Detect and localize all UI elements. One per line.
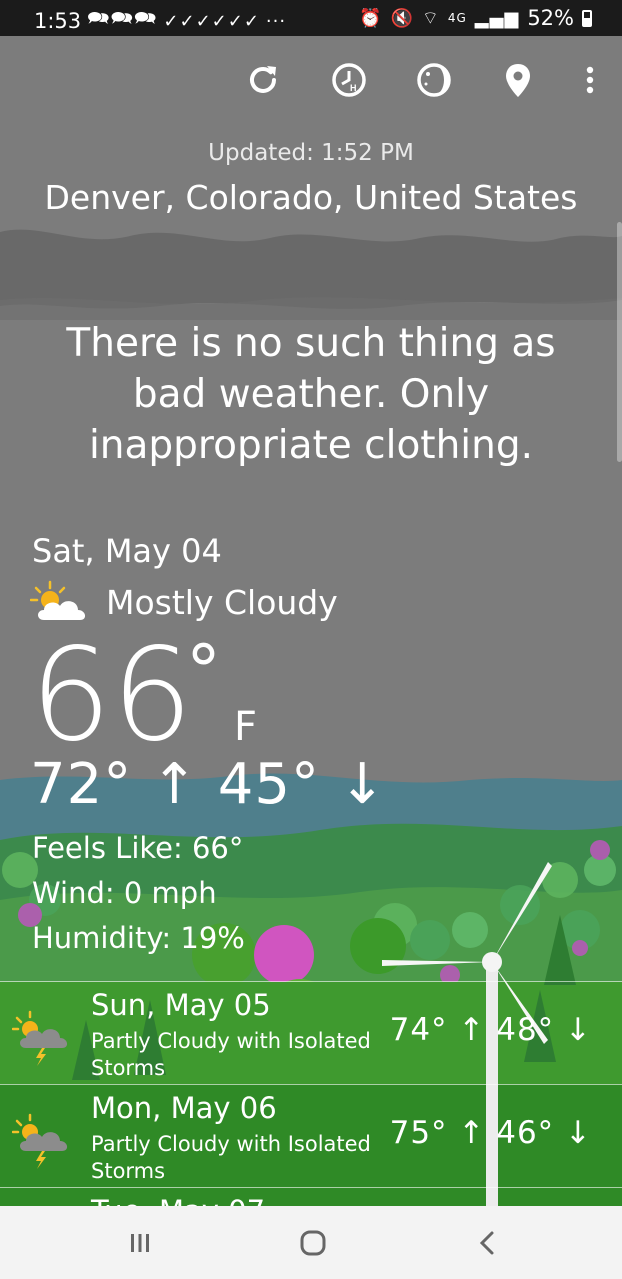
location-pin-icon: [506, 64, 530, 97]
refresh-button[interactable]: [238, 55, 288, 105]
humidity: Humidity: 19%: [32, 921, 245, 955]
weather-quote: There is no such thing as bad weather. O…: [66, 321, 556, 468]
feels-like: Feels Like: 66°: [32, 831, 244, 865]
mostly-cloudy-icon: [30, 580, 86, 620]
history-icon: H: [332, 63, 366, 97]
location-name[interactable]: Denver, Colorado, United States: [0, 178, 622, 217]
more-vert-icon: [586, 66, 594, 94]
location-button[interactable]: [493, 55, 543, 105]
mute-icon: 🔇: [390, 7, 414, 29]
alarm-icon: ⏰: [359, 7, 383, 29]
home-button[interactable]: [283, 1226, 343, 1260]
forecast-high-low: 74° ↑ 48° ↓: [389, 1012, 592, 1048]
wind-speed: Wind: 0 mph: [32, 876, 217, 910]
moon-phase-button[interactable]: [409, 55, 459, 105]
download-complete-icons: ✓✓✓✓✓✓: [163, 10, 260, 32]
more-notifications-icon: ···: [265, 10, 287, 32]
home-icon: [300, 1230, 326, 1256]
more-options-button[interactable]: [565, 55, 615, 105]
recent-apps-icon: [131, 1234, 149, 1252]
toolbar: H: [0, 55, 622, 105]
forecast-row[interactable]: Sun, May 05 Partly Cloudy with Isolated …: [0, 981, 622, 1085]
current-temperature: 66: [30, 621, 193, 770]
battery-icon: [582, 9, 592, 27]
forecast-high-low: 75° ↑ 46° ↓: [389, 1115, 592, 1151]
status-bar: 1:53 🗪🗪🗪 ✓✓✓✓✓✓ ··· ⏰ 🔇 ⌔ 4G ▂▄▆ 52%: [0, 0, 622, 36]
back-button[interactable]: [458, 1226, 518, 1260]
svg-text:H: H: [350, 83, 357, 93]
battery-percent: 52%: [527, 6, 574, 30]
temperature-degree-symbol: °: [186, 630, 221, 712]
back-chevron-icon: [479, 1231, 494, 1255]
current-condition: Mostly Cloudy: [106, 582, 338, 622]
signal-icon: ▂▄▆: [474, 7, 520, 29]
partly-cloudy-storm-icon: [12, 1010, 68, 1066]
status-bar-right: ⏰ 🔇 ⌔ 4G ▂▄▆ 52%: [359, 6, 592, 30]
current-date: Sat, May 04: [32, 532, 222, 570]
message-notification-icons: 🗪🗪🗪: [87, 8, 158, 29]
current-high-low: 72° ↑ 45° ↓: [30, 752, 387, 817]
scroll-indicator: [617, 222, 622, 462]
forecast-date: Mon, May 06: [91, 1091, 277, 1125]
temperature-unit: F: [234, 704, 258, 750]
history-button[interactable]: H: [324, 55, 374, 105]
forecast-condition: Partly Cloudy with Isolated Storms: [91, 1029, 371, 1080]
wifi-icon: ⌔: [421, 7, 440, 29]
refresh-icon: [250, 66, 276, 93]
status-time: 1:53: [34, 9, 82, 33]
system-navigation-bar: [0, 1206, 622, 1279]
moon-phase-icon: [417, 63, 451, 97]
status-bar-left: 1:53 🗪🗪🗪 ✓✓✓✓✓✓ ···: [34, 6, 286, 36]
recent-apps-button[interactable]: [110, 1226, 170, 1260]
forecast-row-partial[interactable]: Tue, May 07: [0, 1187, 622, 1207]
updated-time: Updated: 1:52 PM: [208, 140, 414, 166]
forecast-date: Sun, May 05: [91, 988, 271, 1022]
forecast-condition: Partly Cloudy with Isolated Storms: [91, 1132, 371, 1183]
partly-cloudy-storm-icon: [12, 1113, 68, 1169]
forecast-row[interactable]: Mon, May 06 Partly Cloudy with Isolated …: [0, 1084, 622, 1188]
network-type-label: 4G: [447, 11, 467, 25]
current-condition-row: Mostly Cloudy: [30, 580, 338, 624]
current-details: Feels Like: 66° Wind: 0 mph Humidity: 19…: [32, 826, 245, 961]
